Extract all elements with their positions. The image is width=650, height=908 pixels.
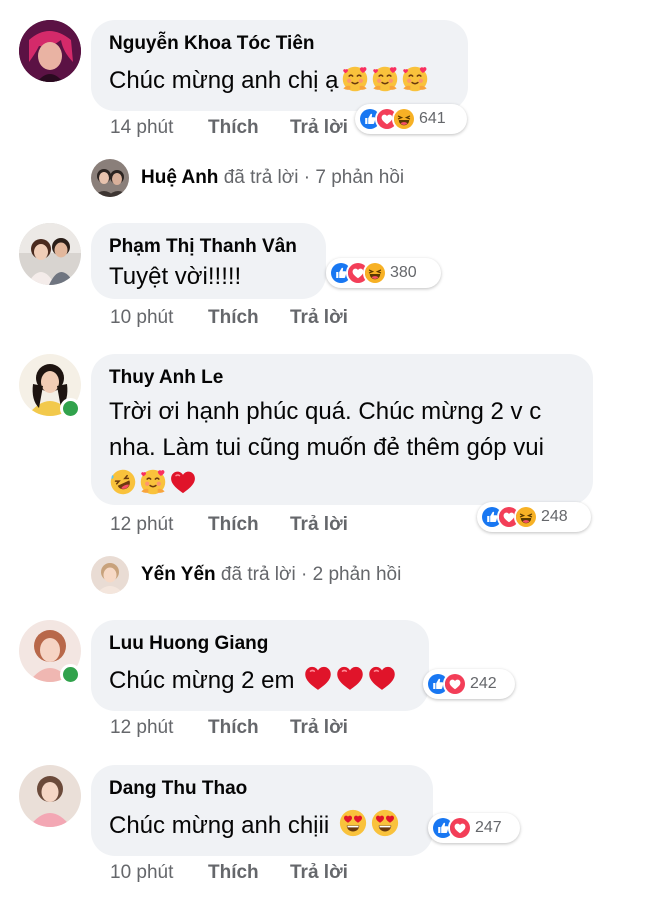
reply-label: Trả lời [290, 307, 348, 328]
reply-button[interactable]: Trả lời [290, 717, 348, 739]
reply-dot: · [300, 564, 308, 585]
commenter-name[interactable]: Thuy Anh Le [109, 366, 575, 390]
like-button[interactable]: Thích [208, 862, 259, 884]
view-replies-link[interactable]: Yến Yến đã trả lời · 2 phản hồi [141, 564, 401, 586]
reaction-count: 641 [419, 110, 446, 127]
red-heart-icon [169, 468, 197, 496]
view-replies-link[interactable]: Huệ Anh đã trả lời · 7 phản hồi [141, 167, 404, 189]
reply-action: đã trả lời [223, 167, 299, 188]
reply-dot: · [303, 167, 311, 188]
reaction-summary[interactable]: 380 [326, 258, 441, 288]
comment-text-line: Trời ơi hạnh phúc quá. Chúc mừng 2 v c [109, 398, 542, 425]
like-button[interactable]: Thích [208, 307, 259, 329]
reply-label: Trả lời [290, 717, 348, 738]
comment-text: Tuyệt vời!!!!! [109, 263, 242, 290]
reply-count: 7 phản hồi [315, 167, 405, 188]
online-status-dot [60, 398, 81, 419]
heart-eyes-icon [338, 808, 368, 838]
avatar [91, 556, 129, 594]
love-reaction-icon [448, 816, 472, 840]
haha-reaction-icon [514, 505, 538, 529]
commenter-name[interactable]: Nguyễn Khoa Tóc Tiên [109, 32, 450, 56]
commenter-name[interactable]: Luu Huong Giang [109, 632, 411, 656]
reaction-count: 380 [390, 264, 417, 281]
reply-count: 2 phản hồi [312, 564, 402, 585]
reply-label: Trả lời [290, 514, 348, 535]
rolling-laughing-icon [109, 468, 137, 496]
comment-text-content: Chúc mừng 2 em [109, 667, 295, 694]
reply-action: đã trả lời [220, 564, 296, 585]
reaction-count: 248 [541, 508, 568, 525]
like-button[interactable]: Thích [208, 514, 259, 536]
comment-time[interactable]: 12 phút [110, 514, 173, 536]
like-button[interactable]: Thích [208, 717, 259, 739]
red-heart-icon [367, 663, 397, 693]
comment-text-content: Chúc mừng anh chị ạ [109, 67, 339, 94]
heart-eyes-icon [370, 808, 400, 838]
commenter-name[interactable]: Dang Thu Thao [109, 777, 415, 801]
reply-author: Yến Yến [141, 564, 216, 585]
comment-bubble: Nguyễn Khoa Tóc Tiên Chúc mừng anh chị ạ [91, 20, 468, 111]
red-heart-icon [335, 663, 365, 693]
comment-emoji-line [109, 466, 575, 502]
online-status-dot [60, 664, 81, 685]
comment-time[interactable]: 12 phút [110, 717, 173, 739]
reply-label: Trả lời [290, 862, 348, 883]
love-reaction-icon [443, 672, 467, 696]
red-heart-icon [303, 663, 333, 693]
comment-text: Chúc mừng anh chị ạ [109, 63, 450, 99]
commenter-name[interactable]: Phạm Thị Thanh Vân [109, 235, 308, 259]
comment-time[interactable]: 10 phút [110, 307, 173, 329]
haha-reaction-icon [392, 107, 416, 131]
reaction-summary[interactable]: 247 [428, 813, 520, 843]
reaction-count: 242 [470, 675, 497, 692]
like-label: Thích [208, 117, 259, 138]
comment-text-content: Chúc mừng anh chịii [109, 812, 330, 839]
comment-text: Chúc mừng anh chịii [109, 808, 415, 844]
comment-time[interactable]: 14 phút [110, 117, 173, 139]
comment-bubble: Luu Huong Giang Chúc mừng 2 em [91, 620, 429, 711]
reply-button[interactable]: Trả lời [290, 117, 348, 139]
avatar[interactable] [19, 765, 81, 827]
avatar[interactable] [19, 223, 81, 285]
comment-bubble: Thuy Anh Le Trời ơi hạnh phúc quá. Chúc … [91, 354, 593, 505]
smiling-face-with-hearts-icon [341, 65, 369, 93]
reply-button[interactable]: Trả lời [290, 307, 348, 329]
comment-text: Chúc mừng 2 em [109, 663, 411, 699]
reply-button[interactable]: Trả lời [290, 514, 348, 536]
like-label: Thích [208, 307, 259, 328]
reaction-summary[interactable]: 641 [355, 104, 467, 134]
reply-label: Trả lời [290, 117, 348, 138]
like-label: Thích [208, 862, 259, 883]
comment-time[interactable]: 10 phút [110, 862, 173, 884]
comment-text: Trời ơi hạnh phúc quá. Chúc mừng 2 v c n… [109, 394, 575, 502]
like-button[interactable]: Thích [208, 117, 259, 139]
haha-reaction-icon [363, 261, 387, 285]
reaction-summary[interactable]: 248 [477, 502, 591, 532]
smiling-face-with-hearts-icon [401, 65, 429, 93]
avatar[interactable] [19, 20, 81, 82]
reply-button[interactable]: Trả lời [290, 862, 348, 884]
smiling-face-with-hearts-icon [139, 468, 167, 496]
reaction-summary[interactable]: 242 [423, 669, 515, 699]
comment-bubble: Dang Thu Thao Chúc mừng anh chịii [91, 765, 433, 856]
like-label: Thích [208, 514, 259, 535]
comment-bubble: Phạm Thị Thanh Vân Tuyệt vời!!!!! [91, 223, 326, 299]
smiling-face-with-hearts-icon [371, 65, 399, 93]
like-label: Thích [208, 717, 259, 738]
reaction-count: 247 [475, 819, 502, 836]
reply-author: Huệ Anh [141, 167, 219, 188]
comment-text-line: nha. Làm tui cũng muốn đẻ thêm góp vui [109, 434, 544, 461]
avatar [91, 159, 129, 197]
